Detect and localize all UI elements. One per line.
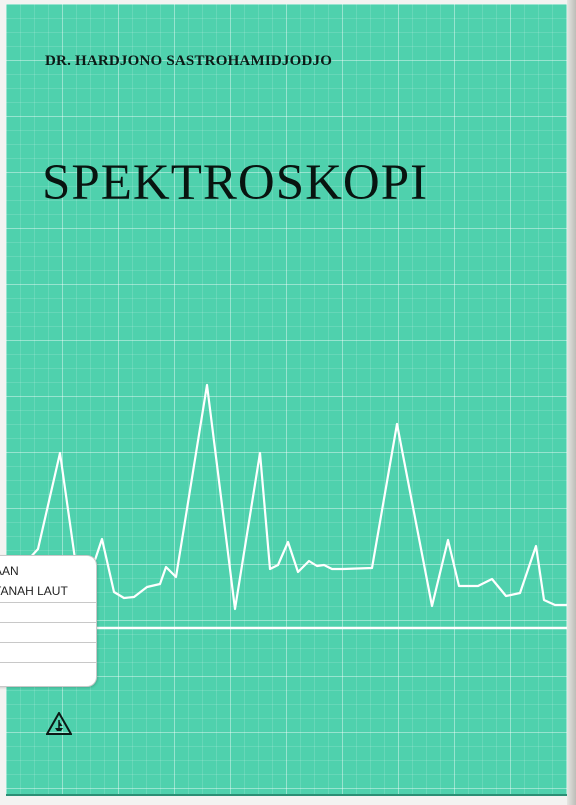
library-sticker-line1: AAN <box>0 564 19 578</box>
library-sticker: AAN TANAH LAUT <box>0 555 97 687</box>
sticker-rule <box>0 662 96 663</box>
sticker-rule <box>0 602 96 603</box>
triangle-ship-logo-icon <box>45 710 73 735</box>
page-edge <box>567 0 576 805</box>
sticker-rule <box>0 642 96 643</box>
publisher-logo <box>45 710 73 740</box>
sticker-rule <box>0 622 96 623</box>
library-sticker-line2: TANAH LAUT <box>0 584 68 598</box>
